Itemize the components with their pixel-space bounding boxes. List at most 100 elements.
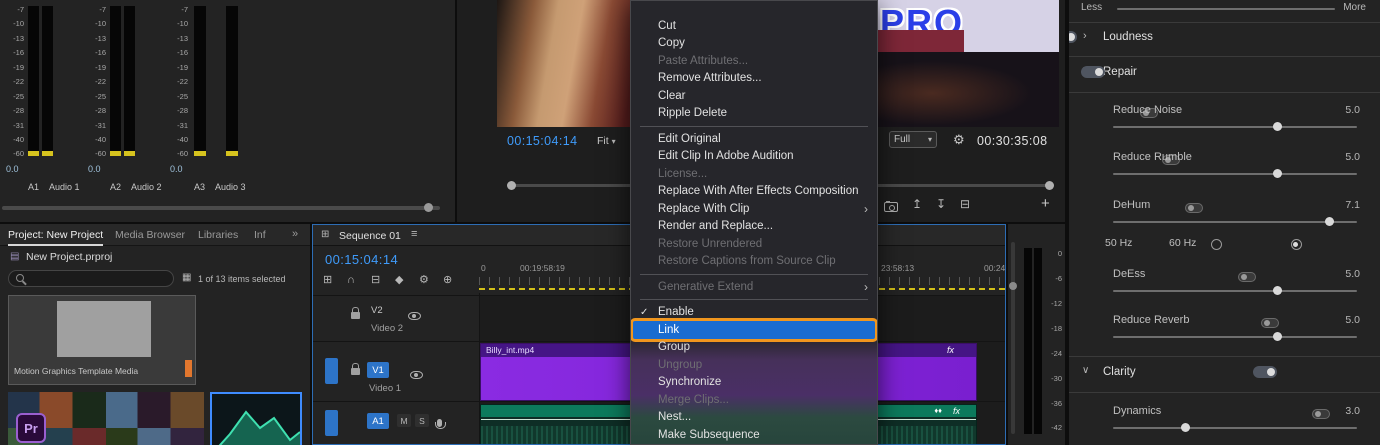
track-visibility-icon[interactable] — [410, 371, 424, 379]
reduce-rumble-value[interactable]: 5.0 — [1345, 151, 1360, 163]
slider-handle[interactable] — [1181, 423, 1190, 432]
slider-handle[interactable] — [1273, 169, 1282, 178]
menu-item-render-and-replace[interactable]: Render and Replace... — [631, 218, 877, 236]
tab-info[interactable]: Inf — [254, 229, 266, 241]
radio-60hz[interactable] — [1290, 239, 1302, 250]
panel-menu-icon[interactable]: ≡ — [411, 229, 417, 240]
section-loudness[interactable]: Loudness — [1103, 31, 1153, 43]
deess-value[interactable]: 5.0 — [1345, 268, 1360, 280]
clarity-toggle[interactable] — [1253, 366, 1278, 378]
export-frame-icon[interactable] — [884, 201, 898, 212]
dynamics-slider[interactable] — [1113, 423, 1357, 432]
track-visibility-icon[interactable] — [408, 312, 422, 320]
slider-handle[interactable] — [1325, 217, 1334, 226]
monitor-timecode[interactable]: 00:15:04:14 — [507, 134, 577, 148]
amount-slider[interactable] — [1117, 8, 1335, 10]
reduce-rumble-slider[interactable] — [1113, 169, 1357, 178]
chevron-down-icon[interactable]: ∨ — [1082, 366, 1089, 376]
sequence-settings-icon[interactable]: ⊞ — [323, 275, 332, 286]
snap-icon[interactable]: ∩ — [347, 275, 355, 286]
track-a1-target[interactable]: A1 — [367, 413, 389, 429]
menu-item-edit-in-audition[interactable]: Edit Clip In Adobe Audition — [631, 148, 877, 166]
slider-handle[interactable] — [1273, 286, 1282, 295]
horizontal-scrollbar[interactable] — [2, 206, 440, 210]
fx-badge[interactable]: fx — [947, 345, 954, 355]
timeline-timecode[interactable]: 00:15:04:14 — [325, 252, 398, 267]
search-input[interactable] — [8, 270, 174, 287]
menu-item-link[interactable]: Link — [631, 317, 877, 342]
linked-selection-icon[interactable]: ⊟ — [371, 275, 380, 286]
deess-toggle[interactable] — [1238, 272, 1257, 282]
track-v2-label[interactable]: V2 — [371, 305, 383, 316]
caption-track-icon[interactable]: ⊕ — [443, 275, 452, 286]
clip-name: Billy_int.mp4 — [486, 345, 535, 355]
slider-handle[interactable] — [1273, 332, 1282, 341]
menu-item-edit-original[interactable]: Edit Original — [631, 130, 877, 148]
solo-button[interactable]: S — [415, 414, 429, 427]
reduce-noise-slider[interactable] — [1113, 122, 1357, 131]
menu-separator — [640, 125, 868, 127]
extract-icon[interactable]: ↧ — [936, 198, 946, 210]
fit-dropdown[interactable]: Fit ▾ — [597, 135, 616, 147]
chevron-right-icon[interactable]: › — [1083, 31, 1087, 42]
vertical-scrollbar[interactable] — [1011, 242, 1015, 434]
button-editor-add-icon[interactable]: + — [1041, 195, 1050, 212]
menu-item-make-subsequence[interactable]: Make Subsequence — [631, 426, 877, 444]
dynamics-value[interactable]: 3.0 — [1345, 405, 1360, 417]
loudness-toggle[interactable] — [1069, 31, 1077, 43]
add-marker-icon[interactable]: ◆ — [395, 275, 403, 286]
tab-project[interactable]: Project: New Project — [8, 229, 104, 246]
menu-item-group[interactable]: Group — [631, 339, 877, 357]
menu-item-nest[interactable]: Nest... — [631, 409, 877, 427]
dehum-slider[interactable] — [1113, 217, 1357, 226]
project-file-name[interactable]: New Project.prproj — [26, 251, 112, 263]
thumbnail-view-icon[interactable]: ▦ — [182, 273, 191, 283]
source-patch-a1[interactable] — [325, 410, 338, 436]
menu-item-enable[interactable]: ✓ Enable — [631, 304, 877, 322]
reduce-noise-value[interactable]: 5.0 — [1345, 104, 1360, 116]
track-v1-target[interactable]: V1 — [367, 362, 389, 378]
dynamics-toggle[interactable] — [1311, 409, 1330, 419]
media-thumbnail-waveform[interactable] — [210, 392, 302, 445]
reduce-reverb-value[interactable]: 5.0 — [1345, 314, 1360, 326]
menu-item-replace-with-clip[interactable]: Replace With Clip › — [631, 200, 877, 218]
repair-toggle[interactable] — [1081, 66, 1106, 78]
tab-sequence[interactable]: Sequence 01 — [339, 230, 401, 242]
wrench-icon[interactable]: ⚙ — [953, 133, 965, 146]
menu-item-ripple-delete[interactable]: Ripple Delete — [631, 105, 877, 123]
scrollbar-handle[interactable] — [1009, 282, 1017, 290]
section-clarity[interactable]: Clarity — [1103, 366, 1136, 378]
fx-badge[interactable]: fx — [953, 406, 960, 416]
media-thumbnail-montage[interactable]: Pr — [8, 392, 204, 445]
lock-icon[interactable] — [351, 307, 360, 319]
resolution-dropdown[interactable]: Full ▾ — [889, 131, 937, 148]
project-item-card[interactable]: Motion Graphics Template Media — [8, 295, 196, 385]
tab-overflow-icon[interactable]: » — [292, 228, 298, 240]
reduce-reverb-slider[interactable] — [1113, 332, 1357, 341]
menu-item-clear[interactable]: Clear — [631, 87, 877, 105]
menu-item-remove-attributes[interactable]: Remove Attributes... — [631, 70, 877, 88]
lift-icon[interactable]: ↥ — [912, 198, 922, 210]
comparison-view-icon[interactable]: ⊟ — [960, 198, 970, 210]
zoom-handle-left[interactable] — [507, 181, 516, 190]
menu-item-copy[interactable]: Copy — [631, 35, 877, 53]
voiceover-record-icon[interactable] — [435, 419, 446, 429]
deess-slider[interactable] — [1113, 286, 1357, 295]
section-repair[interactable]: Repair — [1103, 66, 1137, 78]
lock-icon[interactable] — [351, 363, 360, 375]
radio-50hz[interactable] — [1211, 239, 1223, 250]
scrollbar-handle[interactable] — [424, 203, 433, 212]
menu-item-cut[interactable]: Cut — [631, 17, 877, 35]
dehum-value[interactable]: 7.1 — [1345, 199, 1360, 211]
tab-libraries[interactable]: Libraries — [198, 229, 238, 241]
mute-button[interactable]: M — [397, 414, 411, 427]
reduce-reverb-toggle[interactable] — [1260, 318, 1279, 328]
slider-handle[interactable] — [1273, 122, 1282, 131]
tab-media-browser[interactable]: Media Browser — [115, 229, 185, 241]
menu-item-replace-with-ae-comp[interactable]: Replace With After Effects Composition — [631, 183, 877, 201]
timeline-settings-icon[interactable]: ⚙ — [419, 275, 429, 286]
dehum-toggle[interactable] — [1184, 203, 1203, 213]
source-patch-v1[interactable] — [325, 358, 338, 384]
menu-item-synchronize[interactable]: Synchronize — [631, 374, 877, 392]
zoom-handle-right[interactable] — [1045, 181, 1054, 190]
